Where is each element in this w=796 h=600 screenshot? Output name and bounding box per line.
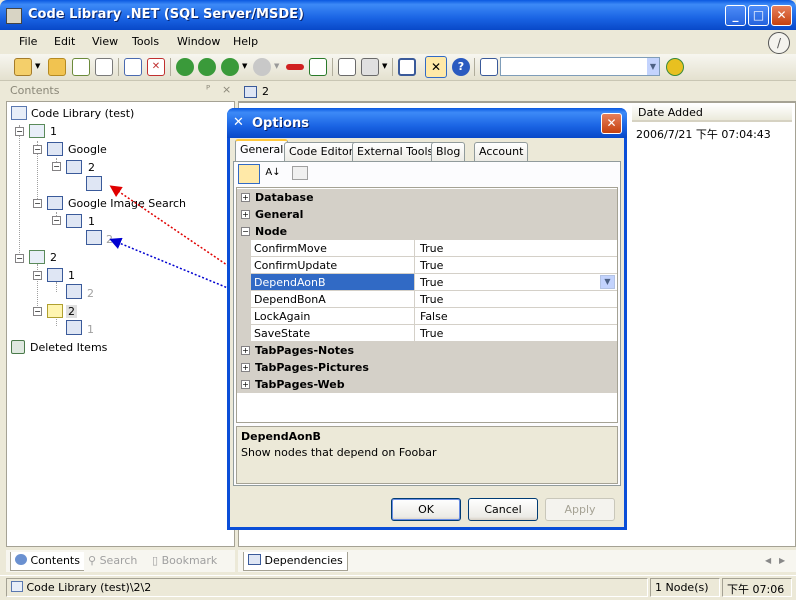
property-description-pane: DependAonB Show nodes that depend on Foo… xyxy=(236,426,618,484)
bookmark-icon: ▯ xyxy=(152,554,159,567)
description-text: Show nodes that depend on Foobar xyxy=(241,446,437,459)
property-name: ConfirmUpdate xyxy=(254,259,338,272)
property-value[interactable]: True xyxy=(418,325,617,341)
category-label: Database xyxy=(255,191,314,204)
category-general[interactable]: + General xyxy=(237,206,617,223)
contents-icon xyxy=(15,554,27,565)
tab-blog[interactable]: Blog xyxy=(431,142,466,161)
apply-button[interactable]: Apply xyxy=(545,498,615,521)
category-label: TabPages-Notes xyxy=(255,344,355,357)
tab-dependencies-label: Dependencies xyxy=(264,554,343,567)
property-name: LockAgain xyxy=(254,310,311,323)
tab-external-tools[interactable]: External Tools xyxy=(352,142,439,161)
property-value[interactable]: True xyxy=(418,240,617,256)
alphabetical-icon[interactable]: A↓ xyxy=(262,164,284,184)
dependencies-icon xyxy=(248,554,261,565)
property-row[interactable]: ConfirmUpdate True xyxy=(237,257,617,274)
tab-general[interactable]: General xyxy=(235,139,289,162)
expand-icon[interactable]: + xyxy=(241,363,250,372)
tools-icon: ✕ xyxy=(233,115,244,130)
property-name: DependBonA xyxy=(254,293,326,306)
description-title: DependAonB xyxy=(241,430,321,443)
category-tabpages-notes[interactable]: + TabPages-Notes xyxy=(237,342,617,359)
categorized-icon[interactable] xyxy=(238,164,260,184)
property-name: ConfirmMove xyxy=(254,242,327,255)
search-icon: ⚲ xyxy=(88,554,97,567)
tab-bookmark-label: Bookmark xyxy=(161,554,218,567)
options-dialog-title: Options xyxy=(252,116,309,131)
chevron-down-icon[interactable]: ▼ xyxy=(600,275,615,289)
status-path: Code Library (test)\2\2 xyxy=(6,578,648,597)
expand-icon[interactable]: + xyxy=(241,346,250,355)
property-name: DependAonB xyxy=(254,276,326,289)
category-database[interactable]: + Database xyxy=(237,189,617,206)
property-row-selected[interactable]: DependAonB True ▼ xyxy=(237,274,617,291)
cancel-button[interactable]: Cancel xyxy=(468,498,538,521)
property-pages-icon[interactable] xyxy=(292,166,308,180)
ok-button[interactable]: OK xyxy=(391,498,461,521)
tab-search[interactable]: ⚲ Search xyxy=(84,552,142,571)
dialog-close-button[interactable]: ✕ xyxy=(601,113,622,134)
tab-dependencies[interactable]: Dependencies xyxy=(243,552,348,571)
expand-icon[interactable]: + xyxy=(241,380,250,389)
property-value[interactable]: True xyxy=(418,257,617,273)
category-label: General xyxy=(255,208,304,221)
property-value[interactable]: True xyxy=(418,291,617,307)
category-label: TabPages-Pictures xyxy=(255,361,369,374)
property-value[interactable]: True xyxy=(420,276,443,289)
property-row[interactable]: ConfirmMove True xyxy=(237,240,617,257)
tab-contents-label: Contents xyxy=(30,554,80,567)
scroll-right-icon[interactable]: ▶ xyxy=(779,556,785,565)
property-row[interactable]: DependBonA True xyxy=(237,291,617,308)
property-grid-toolbar: A↓ xyxy=(236,163,618,185)
property-value[interactable]: False xyxy=(418,308,617,324)
tab-search-label: Search xyxy=(99,554,138,567)
property-row[interactable]: LockAgain False xyxy=(237,308,617,325)
scroll-left-icon[interactable]: ◀ xyxy=(765,556,771,565)
expand-icon[interactable]: + xyxy=(241,210,250,219)
tab-code-editor[interactable]: Code Editor xyxy=(284,142,359,161)
property-row[interactable]: SaveState True xyxy=(237,325,617,342)
status-time: 下午 07:06 xyxy=(722,578,792,597)
tab-contents[interactable]: Contents xyxy=(10,552,85,571)
expand-icon[interactable]: + xyxy=(241,193,250,202)
tab-bookmark[interactable]: ▯ Bookmark xyxy=(148,552,222,571)
category-tabpages-web[interactable]: + TabPages-Web xyxy=(237,376,617,393)
status-path-text: Code Library (test)\2\2 xyxy=(26,581,152,594)
category-label: TabPages-Web xyxy=(255,378,345,391)
library-icon xyxy=(11,581,23,592)
tab-account[interactable]: Account xyxy=(474,142,529,161)
property-name: SaveState xyxy=(254,327,311,340)
status-node-count: 1 Node(s) xyxy=(650,578,720,597)
category-label: Node xyxy=(255,225,288,238)
category-node[interactable]: − Node xyxy=(237,223,617,240)
collapse-icon[interactable]: − xyxy=(241,227,250,236)
category-tabpages-pictures[interactable]: + TabPages-Pictures xyxy=(237,359,617,376)
